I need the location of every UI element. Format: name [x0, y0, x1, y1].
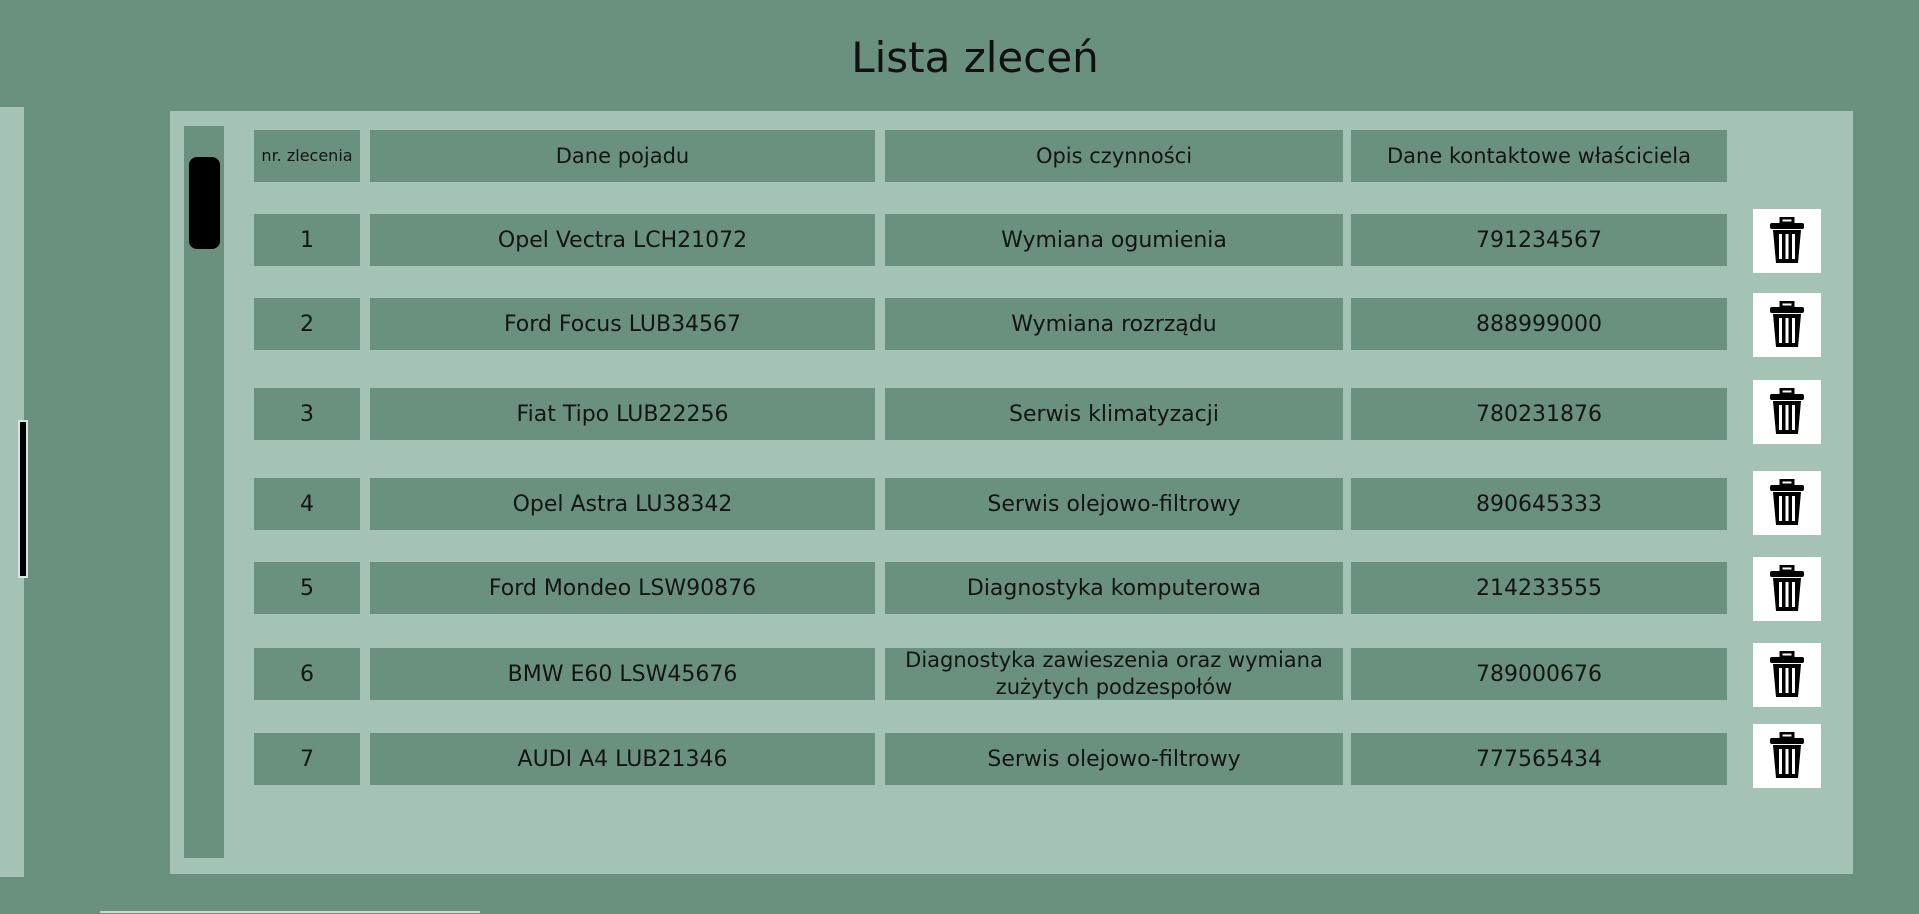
table-scrollbar-thumb[interactable] [189, 157, 220, 249]
delete-order-button[interactable] [1753, 209, 1821, 273]
cell-vehicle: Opel Astra LU38342 [370, 478, 875, 530]
cell-owner-contact: 888999000 [1351, 298, 1727, 350]
left-scrollbar-handle[interactable] [18, 420, 28, 578]
cell-owner-contact: 789000676 [1351, 648, 1727, 700]
orders-page: Lista zleceń nr. zlecenia Dane pojadu Op… [0, 0, 1919, 914]
cell-vehicle: Ford Focus LUB34567 [370, 298, 875, 350]
bottom-divider [100, 911, 480, 913]
cell-description: Diagnostyka zawieszenia oraz wymiana zuż… [885, 648, 1343, 700]
header-description: Opis czynności [885, 130, 1343, 182]
cell-order-number: 1 [254, 214, 360, 266]
delete-order-button[interactable] [1753, 557, 1821, 621]
cell-owner-contact: 791234567 [1351, 214, 1727, 266]
cell-vehicle: AUDI A4 LUB21346 [370, 733, 875, 785]
trash-icon [1770, 388, 1804, 434]
cell-description: Wymiana rozrządu [885, 298, 1343, 350]
cell-description: Serwis klimatyzacji [885, 388, 1343, 440]
cell-order-number: 6 [254, 648, 360, 700]
trash-icon [1770, 732, 1804, 778]
cell-description: Serwis olejowo-filtrowy [885, 478, 1343, 530]
cell-description: Wymiana ogumienia [885, 214, 1343, 266]
cell-order-number: 7 [254, 733, 360, 785]
cell-owner-contact: 890645333 [1351, 478, 1727, 530]
delete-order-button[interactable] [1753, 471, 1821, 535]
cell-order-number: 4 [254, 478, 360, 530]
trash-icon [1770, 651, 1804, 697]
delete-order-button[interactable] [1753, 380, 1821, 444]
trash-icon [1770, 301, 1804, 347]
cell-owner-contact: 214233555 [1351, 562, 1727, 614]
cell-owner-contact: 780231876 [1351, 388, 1727, 440]
cell-vehicle: BMW E60 LSW45676 [370, 648, 875, 700]
page-title: Lista zleceń [851, 33, 1099, 82]
header-order-number: nr. zlecenia [254, 130, 360, 182]
cell-order-number: 2 [254, 298, 360, 350]
cell-owner-contact: 777565434 [1351, 733, 1727, 785]
cell-vehicle: Ford Mondeo LSW90876 [370, 562, 875, 614]
cell-order-number: 3 [254, 388, 360, 440]
cell-description: Diagnostyka komputerowa [885, 562, 1343, 614]
trash-icon [1770, 565, 1804, 611]
header-vehicle: Dane pojadu [370, 130, 875, 182]
cell-description: Serwis olejowo-filtrowy [885, 733, 1343, 785]
header-owner-contact: Dane kontaktowe właściciela [1351, 130, 1727, 182]
delete-order-button[interactable] [1753, 293, 1821, 357]
trash-icon [1770, 479, 1804, 525]
delete-order-button[interactable] [1753, 724, 1821, 788]
delete-order-button[interactable] [1753, 643, 1821, 707]
trash-icon [1770, 217, 1804, 263]
cell-vehicle: Fiat Tipo LUB22256 [370, 388, 875, 440]
cell-vehicle: Opel Vectra LCH21072 [370, 214, 875, 266]
cell-order-number: 5 [254, 562, 360, 614]
